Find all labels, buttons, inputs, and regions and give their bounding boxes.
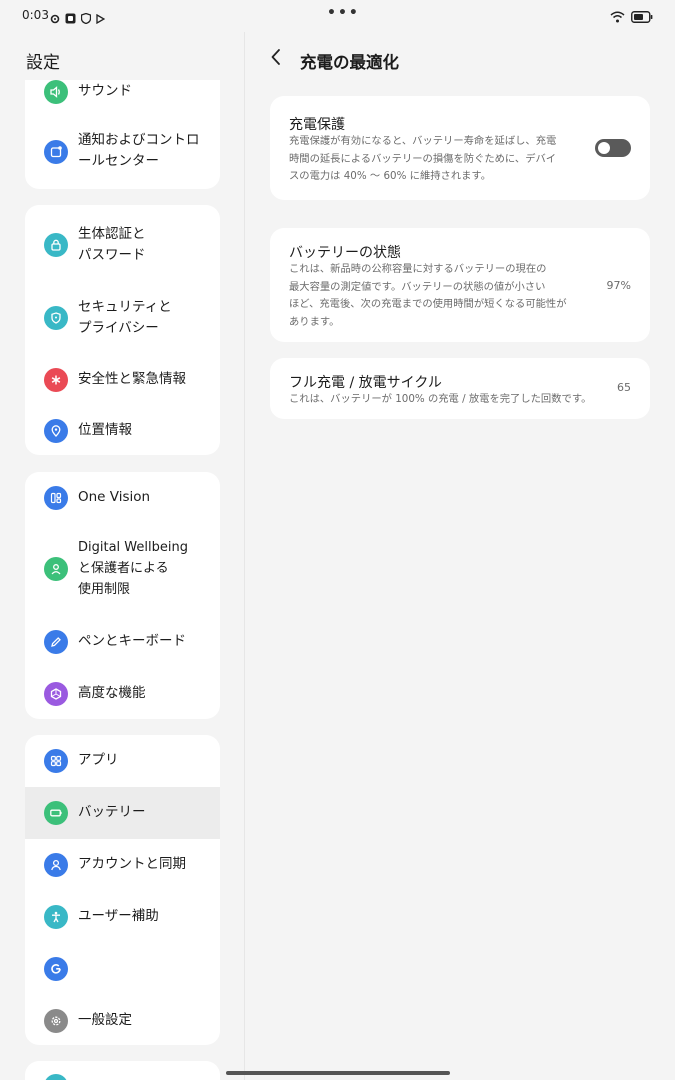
sidebar-item-google[interactable] <box>25 943 220 995</box>
google-icon <box>44 957 68 981</box>
square-app-icon <box>65 9 76 28</box>
card-description: これは、新品時の公称容量に対するバッテリーの現在の 最大容量の測定値です。バッテ… <box>289 263 567 328</box>
sidebar-item-security-privacy[interactable]: セキュリティと プライバシー <box>25 282 220 354</box>
sidebar-item-label: ペンとキーボード <box>78 633 186 649</box>
location-icon <box>44 419 68 443</box>
charge-cycles-value: 65 <box>617 381 631 394</box>
account-icon <box>44 853 68 877</box>
battery-icon <box>44 801 68 825</box>
chevron-left-icon <box>270 48 282 70</box>
sidebar-item-label: One Vision <box>78 489 151 505</box>
sidebar-item-label: アカウントと同期 <box>78 856 186 872</box>
sidebar-item-label: サウンド <box>78 83 132 99</box>
lock-icon <box>44 233 68 257</box>
sidebar-item-digital-wellbeing[interactable]: Digital Wellbeing と保護者による 使用制限 <box>25 527 220 611</box>
charging-optimization-page: 充電の最適化 充電保護 充電保護が有効になると、バッテリー寿命を延ばし、充電 時… <box>245 32 675 1080</box>
card-description: これは、バッテリーが 100% の充電 / 放電を完了した回数です。 <box>289 393 592 405</box>
sidebar-item-label: バッテリー <box>78 804 146 820</box>
sidebar-item-notifications[interactable]: 通知およびコントロールセンター <box>25 122 220 182</box>
sidebar-item-label: 位置情報 <box>78 422 132 438</box>
charging-protection-card[interactable]: 充電保護 充電保護が有効になると、バッテリー寿命を延ばし、充電 時間の延長による… <box>270 96 650 200</box>
sidebar-item-safety-emergency[interactable]: 安全性と緊急情報 <box>25 355 220 405</box>
battery-health-card[interactable]: バッテリーの状態 これは、新品時の公称容量に対するバッテリーの現在の 最大容量の… <box>270 228 650 342</box>
toggle-knob <box>598 142 610 154</box>
one-vision-icon <box>44 486 68 510</box>
sidebar-item-label: セキュリティと プライバシー <box>78 299 172 336</box>
status-right-icons <box>610 8 653 27</box>
play-icon <box>96 9 106 28</box>
sidebar-title: 設定 <box>26 53 60 73</box>
status-time: 0:03 <box>22 8 49 22</box>
sidebar-item-label: ユーザー補助 <box>78 908 159 924</box>
page-title: 充電の最適化 <box>300 53 399 72</box>
charging-protection-toggle[interactable] <box>595 139 631 157</box>
sidebar-group-sound: サウンド 通知およびコントロールセンター <box>25 80 220 189</box>
sidebar-item-label: 生体認証と パスワード <box>78 226 146 263</box>
sidebar-item-label: 通知およびコントロールセンター <box>78 132 200 169</box>
gear-icon <box>44 1009 68 1033</box>
sidebar-item-label: 一般設定 <box>78 1012 132 1028</box>
wifi-icon <box>610 8 625 27</box>
card-description: 充電保護が有効になると、バッテリー寿命を延ばし、充電 時間の延長によるバッテリー… <box>289 135 557 182</box>
sidebar-item-label: 高度な機能 <box>78 685 146 701</box>
status-bar: 0:03 ••• <box>0 0 675 32</box>
settings-sidebar: 設定 サウンド 通知およびコントロールセンター 生体認証と パスワード セキュリ… <box>0 32 245 1080</box>
sidebar-group-system: アプリ バッテリー アカウントと同期 ユーザー補助 一般設定 <box>25 735 220 1045</box>
sidebar-item-pen-keyboard[interactable]: ペンとキーボード <box>25 616 220 668</box>
shield-icon <box>80 9 92 28</box>
status-left-icons <box>50 9 106 28</box>
sidebar-item-sound[interactable]: サウンド <box>25 80 220 118</box>
wellbeing-icon <box>44 557 68 581</box>
accessibility-icon <box>44 905 68 929</box>
sidebar-group-security: 生体認証と パスワード セキュリティと プライバシー 安全性と緊急情報 位置情報 <box>25 205 220 455</box>
battery-status-icon <box>631 8 653 27</box>
settings-gear-icon <box>50 9 60 28</box>
partial-icon <box>44 1074 68 1080</box>
card-title: 充電保護 <box>289 117 345 133</box>
sidebar-group-more <box>25 1061 220 1080</box>
sidebar-item-label: アプリ <box>78 752 119 768</box>
sidebar-item-apps[interactable]: アプリ <box>25 735 220 787</box>
battery-health-value: 97% <box>606 279 631 292</box>
home-indicator[interactable] <box>226 1071 450 1075</box>
card-title: フル充電 / 放電サイクル <box>289 375 442 391</box>
sidebar-item-general-settings[interactable]: 一般設定 <box>25 995 220 1045</box>
sidebar-item-label: 安全性と緊急情報 <box>78 371 186 387</box>
sidebar-item-accounts-sync[interactable]: アカウントと同期 <box>25 839 220 891</box>
charge-cycles-card[interactable]: フル充電 / 放電サイクル これは、バッテリーが 100% の充電 / 放電を完… <box>270 358 650 419</box>
sidebar-item-biometrics[interactable]: 生体認証と パスワード <box>25 210 220 280</box>
sidebar-item-location[interactable]: 位置情報 <box>25 405 220 455</box>
advanced-features-icon <box>44 682 68 706</box>
back-button[interactable] <box>265 46 287 72</box>
emergency-icon <box>44 368 68 392</box>
sidebar-item-one-vision[interactable]: One Vision <box>25 472 220 524</box>
pen-icon <box>44 630 68 654</box>
sidebar-group-features: One Vision Digital Wellbeing と保護者による 使用制… <box>25 472 220 719</box>
multitask-dots[interactable]: ••• <box>327 5 360 21</box>
apps-grid-icon <box>44 749 68 773</box>
notification-icon <box>44 140 68 164</box>
speaker-icon <box>44 80 68 104</box>
sidebar-item-label: Digital Wellbeing と保護者による 使用制限 <box>78 540 188 597</box>
card-title: バッテリーの状態 <box>289 245 401 261</box>
sidebar-item-advanced-features[interactable]: 高度な機能 <box>25 668 220 719</box>
sidebar-item-accessibility[interactable]: ユーザー補助 <box>25 891 220 943</box>
security-shield-icon <box>44 306 68 330</box>
sidebar-item-battery[interactable]: バッテリー <box>25 787 220 839</box>
